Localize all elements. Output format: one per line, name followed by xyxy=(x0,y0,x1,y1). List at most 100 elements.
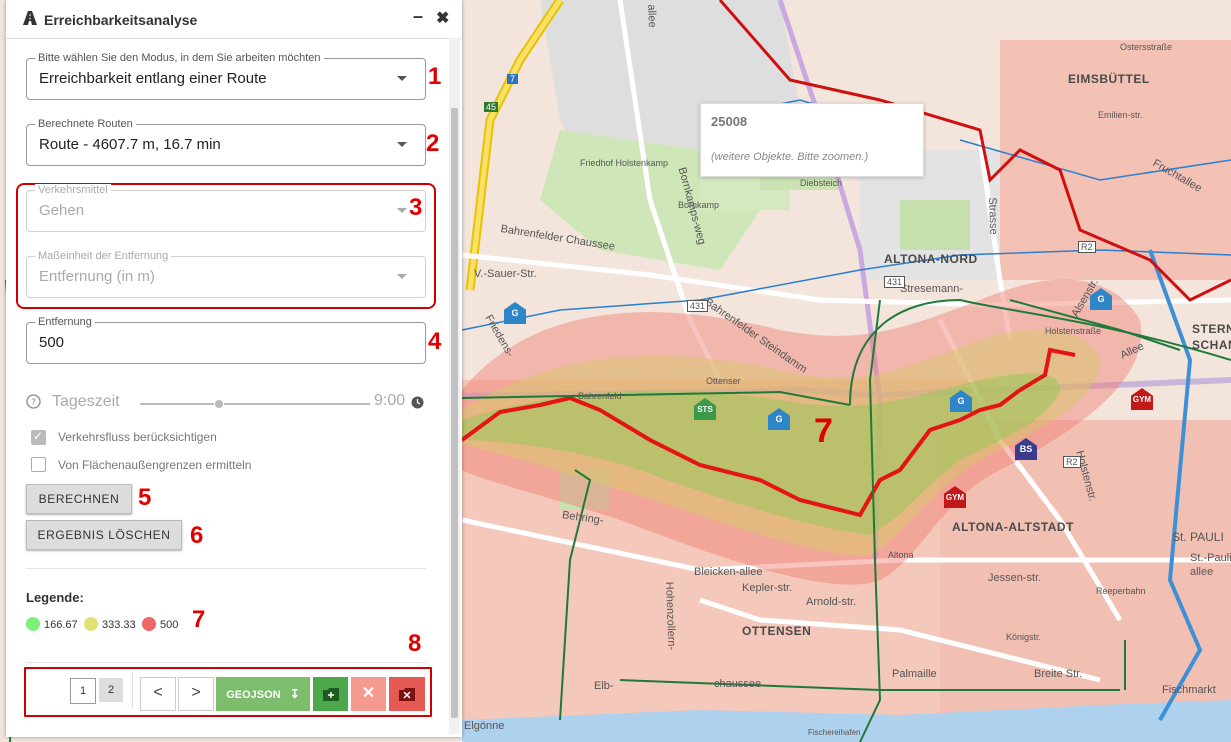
traffic-flow-checkbox[interactable] xyxy=(31,429,46,445)
annotation-number: 5 xyxy=(138,484,152,511)
download-icon: ↧ xyxy=(289,687,300,701)
district-label: OTTENSEN xyxy=(742,624,812,638)
distance-input-label: Entfernung xyxy=(35,316,95,328)
tooltip-hint: (weitere Objekte. Bitte zoomen.) xyxy=(711,151,869,163)
legend-value: 333.33 xyxy=(102,619,136,631)
help-icon[interactable]: ? xyxy=(26,394,41,409)
district-label: SCHAN xyxy=(1192,338,1231,352)
street-label: allee xyxy=(645,4,659,28)
clear-result-button[interactable]: ERGEBNIS LÖSCHEN xyxy=(26,520,182,550)
next-button[interactable]: > xyxy=(178,677,214,711)
page-2-button[interactable]: 2 xyxy=(99,678,123,702)
scrollbar-thumb[interactable] xyxy=(451,108,458,718)
road-shield: 7 xyxy=(507,74,519,84)
street-label: Hohenzollern- xyxy=(663,581,678,651)
chevron-down-icon xyxy=(397,142,407,147)
analysis-panel: Erreichbarkeitsanalyse – ✖ Bitte wählen … xyxy=(6,0,462,737)
street-label: Stresemann- xyxy=(900,283,963,295)
street-label: Ottenser xyxy=(706,376,741,386)
time-of-day-label: Tageszeit xyxy=(52,393,120,410)
mode-select-value: Erreichbarkeit entlang einer Route xyxy=(39,70,267,87)
svg-text:?: ? xyxy=(31,398,36,408)
annotation-number: 8 xyxy=(408,630,422,657)
road-shield: R2 xyxy=(1063,456,1081,468)
road-shield: 431 xyxy=(687,300,709,312)
transport-select-label: Verkehrsmittel xyxy=(35,184,111,196)
folder-add-icon xyxy=(322,688,339,701)
street-label: Ostersstraße xyxy=(1120,42,1173,52)
map-tooltip: 25008 (weitere Objekte. Bitte zoomen.) xyxy=(700,103,924,177)
close-button[interactable]: ✖ xyxy=(436,8,449,28)
annotation-number: 3 xyxy=(409,194,423,221)
street-label: Arnold-str. xyxy=(806,596,857,608)
street-label: Altona xyxy=(888,550,914,560)
street-label: V.-Sauer-Str. xyxy=(474,268,537,280)
road-icon xyxy=(23,11,37,25)
geojson-label: GEOJSON xyxy=(226,689,281,701)
street-label: Königstr. xyxy=(1006,632,1042,642)
routes-select-label: Berechnete Routen xyxy=(35,118,136,130)
street-label: Kepler-str. xyxy=(742,582,793,594)
transport-select: Verkehrsmittel Gehen xyxy=(26,184,426,232)
panel-title: Erreichbarkeitsanalyse xyxy=(44,12,198,28)
street-label: Reeperbahn xyxy=(1096,586,1146,596)
district-label: STERN xyxy=(1192,322,1231,336)
street-label: Fischereihafen xyxy=(808,728,861,737)
delete-button[interactable]: ✕ xyxy=(351,677,386,711)
divider xyxy=(132,672,133,708)
panel-header: Erreichbarkeitsanalyse – ✖ xyxy=(6,0,462,39)
time-value: 9:00 xyxy=(374,392,406,409)
street-label: Elb- xyxy=(594,680,614,692)
annotation-number: 1 xyxy=(428,63,442,90)
folder-add-button[interactable] xyxy=(313,677,348,711)
mode-select[interactable]: Bitte wählen Sie den Modus, in dem Sie a… xyxy=(26,52,426,100)
district-label: St. PAULI xyxy=(1172,530,1224,544)
street-label: Strasse xyxy=(986,197,1000,235)
mode-select-label: Bitte wählen Sie den Modus, in dem Sie a… xyxy=(35,52,324,64)
clock-icon xyxy=(411,396,424,409)
road-shield: R2 xyxy=(1078,241,1096,253)
time-slider-handle[interactable] xyxy=(214,399,224,409)
unit-select-value: Entfernung (in m) xyxy=(39,268,155,285)
annotation-number: 2 xyxy=(426,130,440,157)
street-label: Bornkamp xyxy=(678,200,720,210)
street-label: Holstenstraße xyxy=(1045,326,1102,336)
routes-select[interactable]: Berechnete Routen Route - 4607.7 m, 16.7… xyxy=(26,118,426,166)
minimize-button[interactable]: – xyxy=(408,6,428,30)
street-label: Fischmarkt xyxy=(1162,684,1216,696)
street-label: Elgönne xyxy=(464,720,505,732)
calculate-button[interactable]: BERECHNEN xyxy=(26,484,132,514)
divider xyxy=(26,662,426,663)
page-1-button[interactable]: 1 xyxy=(70,678,96,704)
panel-scrollbar[interactable] xyxy=(449,38,460,734)
street-label: Breite Str. xyxy=(1034,668,1083,680)
street-label: Diebsteich xyxy=(800,178,843,188)
transport-select-value: Gehen xyxy=(39,202,85,219)
street-label: Bleicken-allee xyxy=(694,566,763,578)
distance-input[interactable]: Entfernung 500 xyxy=(26,316,426,364)
divider xyxy=(26,568,426,569)
annotation-number: 4 xyxy=(428,328,442,355)
geojson-download-button[interactable]: GEOJSON ↧ xyxy=(216,677,310,711)
street-label: Friedhof Holstenkamp xyxy=(580,158,669,168)
folder-remove-button[interactable] xyxy=(389,677,425,711)
street-label: Jessen-str. xyxy=(988,572,1042,584)
unit-select-label: Maßeinheit der Entfernung xyxy=(35,250,172,262)
legend-value: 166.67 xyxy=(44,619,78,631)
legend-title: Legende: xyxy=(26,590,84,605)
chevron-down-icon xyxy=(397,208,407,213)
distance-input-value: 500 xyxy=(39,334,65,351)
road-shield: 45 xyxy=(484,102,499,112)
area-borders-checkbox[interactable] xyxy=(31,457,46,472)
chevron-down-icon xyxy=(397,76,407,81)
area-borders-label: Von Flächenaußengrenzen ermitteln xyxy=(58,458,252,472)
annotation-number: 6 xyxy=(190,522,204,549)
time-slider-track[interactable] xyxy=(140,403,370,405)
legend-swatch xyxy=(84,617,98,631)
folder-remove-icon xyxy=(399,688,415,701)
district-label: EIMSBÜTTEL xyxy=(1068,72,1150,86)
previous-button[interactable]: < xyxy=(140,677,176,711)
annotation-number: 7 xyxy=(814,412,833,450)
road-shield: 431 xyxy=(884,276,906,288)
street-label: St.-Pauli- xyxy=(1190,552,1231,564)
